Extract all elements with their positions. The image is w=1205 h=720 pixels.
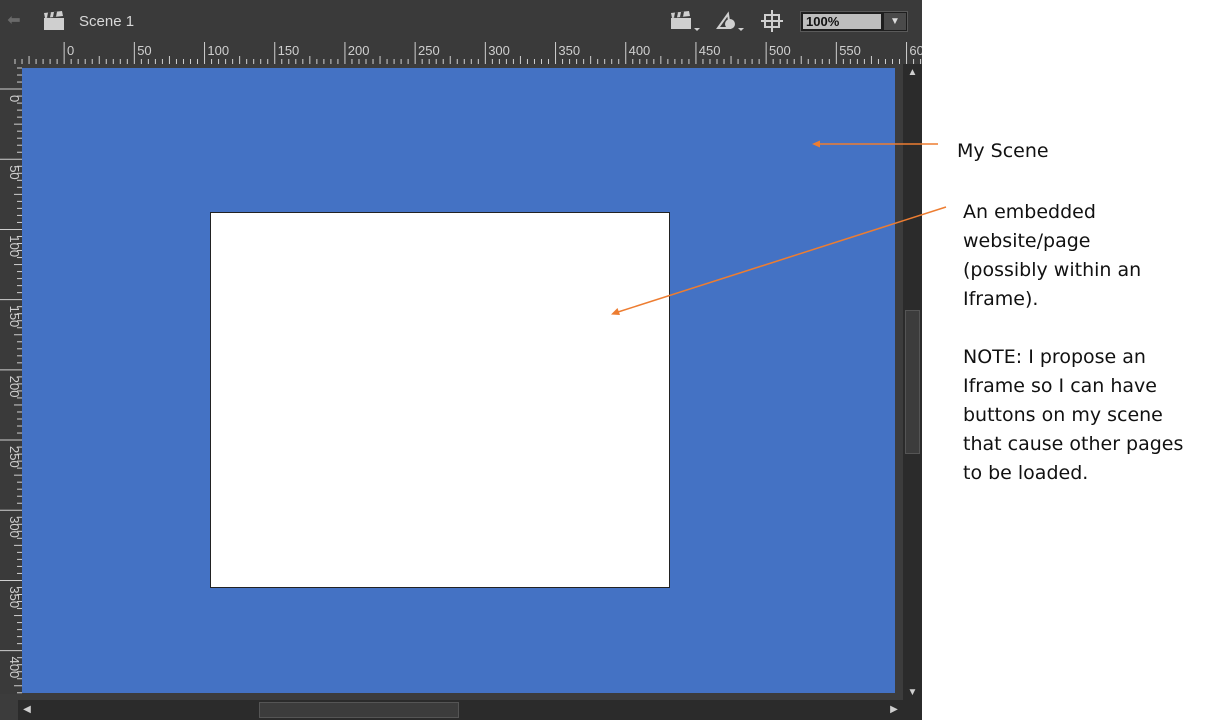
ruler-label: 150 bbox=[278, 43, 300, 58]
edit-bar: ⬅ Scene 1 100% ▼ bbox=[0, 0, 922, 43]
vertical-ruler: 0 50 100 150 200 250 300 350 400 bbox=[0, 64, 22, 694]
scroll-left-arrow-icon[interactable]: ◀ bbox=[20, 702, 34, 718]
scene-stage[interactable] bbox=[22, 68, 895, 693]
ruler-label: 200 bbox=[7, 376, 22, 398]
vertical-scrollbar[interactable]: ▲ ▼ bbox=[903, 64, 922, 700]
ruler-label: 60 bbox=[909, 43, 922, 58]
ruler-label: 350 bbox=[7, 586, 22, 608]
ruler-label: 500 bbox=[769, 43, 791, 58]
ruler-label: 250 bbox=[418, 43, 440, 58]
ruler-label: 150 bbox=[7, 306, 22, 328]
ruler-label: 400 bbox=[629, 43, 651, 58]
annotation-note-text: NOTE: I propose an Iframe so I can have … bbox=[963, 343, 1203, 488]
embedded-page-frame[interactable] bbox=[210, 212, 670, 588]
scroll-up-arrow-icon[interactable]: ▲ bbox=[903, 66, 922, 80]
clapperboard-icon bbox=[44, 11, 64, 30]
dropdown-icon[interactable]: ▼ bbox=[884, 13, 906, 30]
horizontal-ruler: 0 50 100 150 200 250 300 350 400 450 500 550 60 bbox=[0, 42, 922, 64]
ruler-label: 300 bbox=[488, 43, 510, 58]
center-stage-icon[interactable] bbox=[758, 9, 790, 33]
scroll-right-arrow-icon[interactable]: ▶ bbox=[887, 702, 901, 718]
note-line: that cause other pages bbox=[963, 433, 1184, 455]
zoom-value[interactable]: 100% bbox=[803, 14, 881, 29]
ruler-label: 550 bbox=[839, 43, 861, 58]
scrollbar-corner bbox=[903, 700, 922, 720]
edit-symbol-icon[interactable] bbox=[714, 9, 746, 33]
note-line: buttons on my scene bbox=[963, 404, 1163, 426]
horizontal-scrollbar[interactable]: ◀ ▶ bbox=[18, 700, 903, 720]
back-arrow-icon[interactable]: ⬅ bbox=[4, 12, 24, 30]
note-line: to be loaded. bbox=[963, 462, 1089, 484]
ruler-label: 100 bbox=[207, 43, 229, 58]
ruler-label: 200 bbox=[348, 43, 370, 58]
embed-line: website/page bbox=[963, 230, 1091, 252]
embed-line: An embedded bbox=[963, 201, 1096, 223]
note-line: Iframe so I can have bbox=[963, 375, 1157, 397]
note-line: NOTE: I propose an bbox=[963, 346, 1146, 368]
embed-line: Iframe). bbox=[963, 288, 1039, 310]
annotation-my-scene: My Scene bbox=[957, 140, 1049, 162]
ruler-label: 0 bbox=[7, 95, 22, 102]
ruler-label: 100 bbox=[7, 235, 22, 257]
ruler-label: 300 bbox=[7, 516, 22, 538]
ruler-label: 450 bbox=[699, 43, 721, 58]
zoom-select[interactable]: 100% ▼ bbox=[800, 11, 908, 32]
ruler-label: 400 bbox=[7, 657, 22, 679]
ruler-label: 50 bbox=[137, 43, 151, 58]
scene-name[interactable]: Scene 1 bbox=[79, 13, 134, 30]
scroll-down-arrow-icon[interactable]: ▼ bbox=[903, 686, 922, 700]
ruler-label: 0 bbox=[67, 43, 74, 58]
ruler-label: 250 bbox=[7, 446, 22, 468]
embed-line: (possibly within an bbox=[963, 259, 1142, 281]
vertical-scroll-thumb[interactable] bbox=[905, 310, 920, 454]
edit-scene-icon[interactable] bbox=[668, 9, 700, 33]
annotation-embedded-page: An embedded website/page (possibly withi… bbox=[963, 198, 1203, 488]
annotation-embed-text: An embedded website/page (possibly withi… bbox=[963, 198, 1203, 314]
editor-window: ⬅ Scene 1 100% ▼ 0 50 100 150 200 250 30… bbox=[0, 0, 922, 720]
ruler-label: 50 bbox=[7, 165, 22, 179]
ruler-label: 350 bbox=[558, 43, 580, 58]
horizontal-scroll-thumb[interactable] bbox=[259, 702, 459, 718]
